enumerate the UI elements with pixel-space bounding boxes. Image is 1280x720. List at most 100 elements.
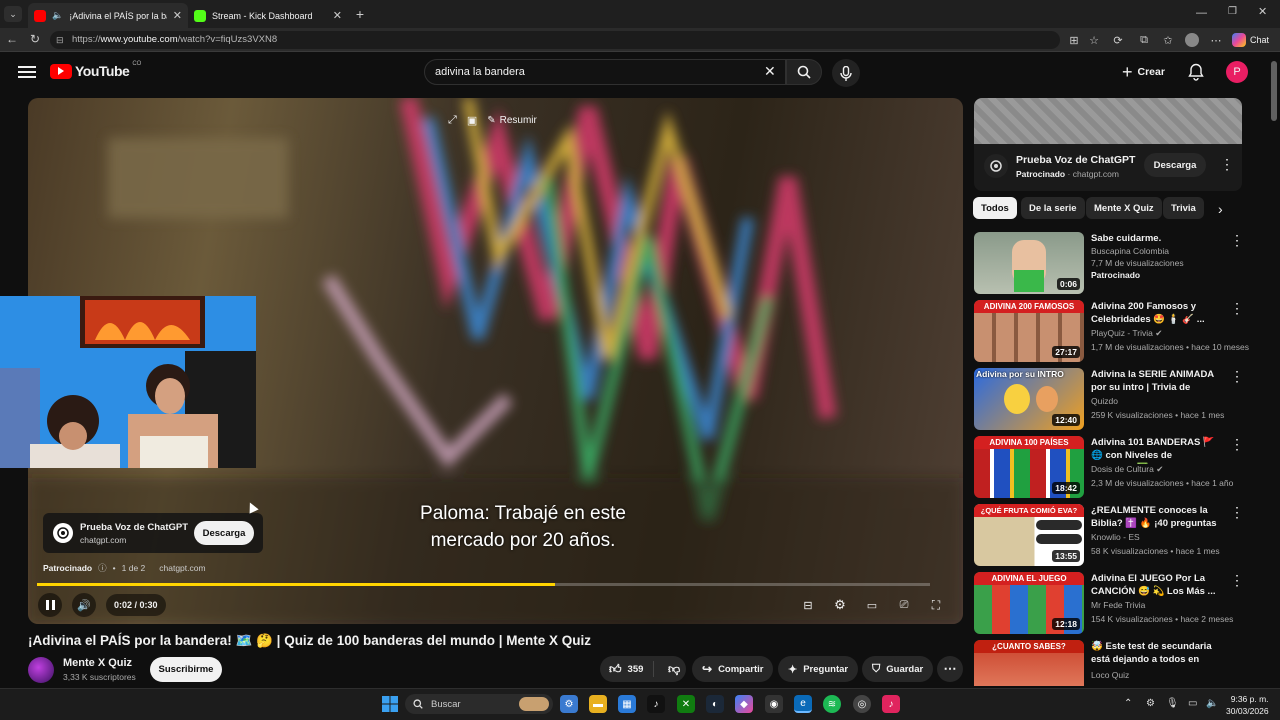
- video-progress-bar[interactable]: [37, 583, 930, 586]
- more-icon[interactable]: ⋮: [1230, 368, 1244, 385]
- pause-button[interactable]: [38, 593, 62, 617]
- rec-channel[interactable]: Quizdo: [1091, 396, 1118, 406]
- clear-search-icon[interactable]: ✕: [764, 63, 776, 80]
- search-button[interactable]: [786, 59, 822, 85]
- video-thumbnail[interactable]: ADIVINA 200 FAMOSOS 27:17: [974, 300, 1084, 362]
- copilot-chat-button[interactable]: Chat: [1232, 32, 1269, 48]
- tiktok-icon[interactable]: ♪: [647, 695, 665, 713]
- more-icon[interactable]: ⋮: [1230, 504, 1244, 521]
- video-thumbnail[interactable]: ADIVINA 100 PAÍSES 18:42: [974, 436, 1084, 498]
- hamburger-menu-icon[interactable]: [18, 64, 36, 80]
- tray-app-icon[interactable]: ⚙: [1146, 698, 1155, 709]
- channel-name[interactable]: Mente X Quiz: [63, 657, 132, 669]
- app-install-icon[interactable]: ⊞: [1066, 32, 1082, 48]
- chevron-up-icon[interactable]: ⌃: [1124, 698, 1132, 709]
- windows-start-icon[interactable]: [381, 695, 399, 713]
- more-menu-icon[interactable]: ⋯: [1208, 32, 1224, 48]
- network-icon[interactable]: ▭: [1188, 698, 1197, 709]
- video-thumbnail[interactable]: ¿QUÉ FRUTA COMIÓ EVA? 13:55: [974, 504, 1084, 566]
- profile-icon[interactable]: [1184, 32, 1200, 48]
- mini-player-icon[interactable]: ⤢: [448, 114, 457, 127]
- like-button[interactable]: 👍︎ 359: [600, 661, 654, 677]
- more-icon[interactable]: ⋮: [1220, 156, 1234, 173]
- share-button[interactable]: ↪ Compartir: [692, 656, 774, 682]
- close-window-icon[interactable]: ✕: [1258, 5, 1267, 18]
- video-thumbnail[interactable]: 0:06: [974, 232, 1084, 294]
- ad-link[interactable]: chatgpt.com: [159, 563, 205, 573]
- sidebar-ad-card[interactable]: Prueba Voz de ChatGPT Patrocinado · chat…: [974, 98, 1242, 191]
- rec-channel[interactable]: Knowlio - ES: [1091, 532, 1140, 542]
- rec-channel[interactable]: Buscapina Colombia: [1091, 246, 1169, 256]
- steam-icon[interactable]: ◐: [706, 695, 724, 713]
- channel-avatar[interactable]: [28, 657, 54, 683]
- search-input[interactable]: adivina la bandera: [424, 59, 786, 85]
- tab-kick[interactable]: Stream - Kick Dashboard ✕: [188, 3, 348, 28]
- player-ad-card[interactable]: Prueba Voz de ChatGPT chatgpt.com Descar…: [43, 513, 263, 553]
- video-panel-icon[interactable]: ▣: [467, 114, 477, 127]
- account-avatar[interactable]: P: [1226, 61, 1248, 83]
- xbox-icon[interactable]: ✕: [677, 695, 695, 713]
- volume-icon[interactable]: 🔈: [1206, 698, 1218, 709]
- more-actions-button[interactable]: ⋯: [937, 656, 963, 682]
- restore-icon[interactable]: ❐: [1228, 6, 1237, 17]
- summary-button[interactable]: ✎ Resumir: [487, 115, 537, 126]
- subscribe-button[interactable]: Suscribirme: [150, 657, 222, 682]
- taskbar-clock[interactable]: 9:36 p. m. 30/03/2026: [1226, 693, 1269, 717]
- spotify-icon[interactable]: ≋: [823, 695, 841, 713]
- list-item[interactable]: ADIVINA EL JUEGO 12:18 Adivina El JUEGO …: [974, 572, 1264, 636]
- close-tab-icon[interactable]: ✕: [173, 9, 182, 22]
- refresh-extension-icon[interactable]: ⟳: [1110, 32, 1126, 48]
- minimize-icon[interactable]: —: [1196, 7, 1207, 19]
- create-button[interactable]: + Crear: [1122, 62, 1165, 82]
- favorite-star-icon[interactable]: ☆: [1086, 32, 1102, 48]
- dislike-button[interactable]: 👎︎: [660, 662, 680, 677]
- more-icon[interactable]: ⋮: [1230, 436, 1244, 453]
- list-item[interactable]: 0:06 Sabe cuidarme. Buscapina Colombia 7…: [974, 232, 1264, 296]
- ask-button[interactable]: ✦ Preguntar: [778, 656, 859, 682]
- rec-channel[interactable]: Mr Fede Trivia: [1091, 600, 1145, 610]
- rec-channel[interactable]: PlayQuiz - Trivia ✔: [1091, 328, 1162, 339]
- page-scrollbar[interactable]: [1268, 53, 1280, 688]
- url-field[interactable]: https://www.youtube.com/watch?v=fiqUzs3V…: [50, 31, 1060, 49]
- info-icon[interactable]: ⓘ: [98, 562, 107, 574]
- copilot-app-icon[interactable]: ◆: [735, 695, 753, 713]
- speaker-icon[interactable]: 🔈: [52, 10, 63, 21]
- reload-icon[interactable]: ↻: [30, 32, 40, 46]
- more-icon[interactable]: ⋮: [1230, 300, 1244, 317]
- video-thumbnail[interactable]: ¿CUANTO SABES?: [974, 640, 1084, 686]
- save-button[interactable]: ⛉ Guardar: [862, 656, 934, 682]
- chip-trivia[interactable]: Trivia: [1163, 197, 1204, 219]
- new-tab-icon[interactable]: +: [352, 6, 368, 22]
- obs-icon[interactable]: ◉: [765, 695, 783, 713]
- fullscreen-icon[interactable]: ⛶: [924, 593, 948, 617]
- youtube-logo[interactable]: YouTube CO: [50, 61, 141, 79]
- cast-icon[interactable]: ⎚: [892, 593, 916, 617]
- chip-mente-x-quiz[interactable]: Mente X Quiz: [1086, 197, 1162, 219]
- tiktok-live-icon[interactable]: ♪: [882, 695, 900, 713]
- file-explorer-icon[interactable]: ▬: [589, 695, 607, 713]
- more-icon[interactable]: ⋮: [1230, 572, 1244, 589]
- list-item[interactable]: ADIVINA 200 FAMOSOS 27:17 Adivina 200 Fa…: [974, 300, 1264, 364]
- list-item[interactable]: ¿CUANTO SABES? 🤯 Este test de secundaria…: [974, 640, 1264, 686]
- chip-todos[interactable]: Todos: [973, 197, 1017, 219]
- notifications-bell-icon[interactable]: [1188, 63, 1206, 81]
- list-item[interactable]: ¿QUÉ FRUTA COMIÓ EVA? 13:55 ¿REALMENTE c…: [974, 504, 1264, 568]
- video-thumbnail[interactable]: ADIVINA EL JUEGO 12:18: [974, 572, 1084, 634]
- tab-youtube[interactable]: 🔈 ¡Adivina el PAÍS por la bander ✕: [28, 3, 188, 28]
- edge-browser-icon[interactable]: e: [794, 695, 812, 713]
- store-icon[interactable]: ▦: [618, 695, 636, 713]
- back-icon[interactable]: ←: [6, 32, 18, 46]
- more-icon[interactable]: ⋮: [1230, 232, 1244, 249]
- ad-download-button[interactable]: Descarga: [194, 521, 254, 545]
- settings-app-icon[interactable]: ⚙: [560, 695, 578, 713]
- chevron-right-icon[interactable]: ›: [1218, 201, 1223, 217]
- extensions-icon[interactable]: ⧉: [1136, 32, 1152, 48]
- rec-channel[interactable]: Dosis de Cultura ✔: [1091, 464, 1163, 475]
- sidebar-ad-download-button[interactable]: Descarga: [1144, 153, 1206, 177]
- miniplayer-icon[interactable]: ▭: [860, 593, 884, 617]
- scrollbar-thumb[interactable]: [1271, 61, 1277, 121]
- tab-actions-icon[interactable]: ⌄: [4, 6, 22, 22]
- chip-de-la-serie[interactable]: De la serie: [1021, 197, 1085, 219]
- settings-gear-icon[interactable]: ⚙: [828, 593, 852, 617]
- list-item[interactable]: ADIVINA 100 PAÍSES 18:42 Adivina 101 BAN…: [974, 436, 1264, 500]
